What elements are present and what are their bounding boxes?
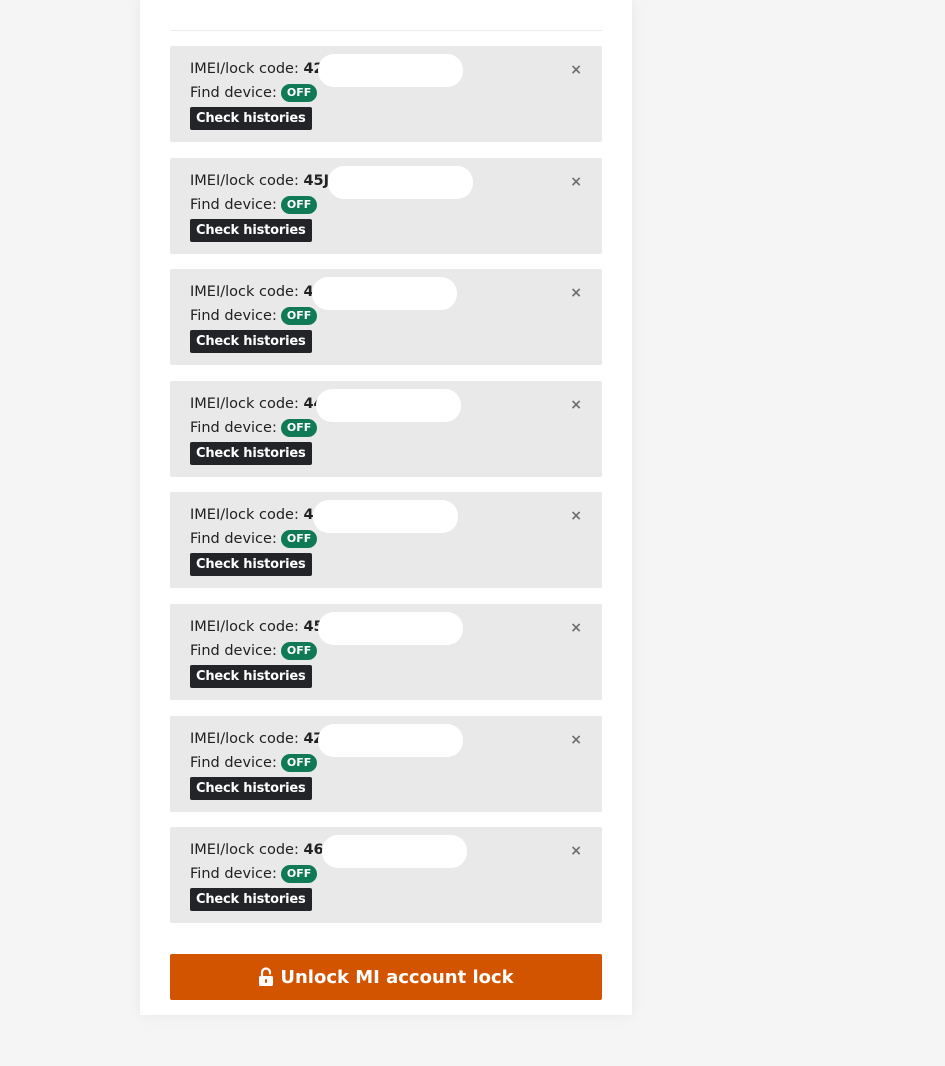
device-card: IMEI/lock code: 45 Find device: OFF Chec…: [170, 492, 602, 589]
divider: [170, 30, 602, 31]
find-device-status-badge: OFF: [280, 418, 318, 437]
find-device-label: Find device:: [190, 419, 277, 436]
check-histories-button[interactable]: Check histories: [190, 664, 312, 688]
unlock-button-label: Unlock MI account lock: [280, 966, 514, 988]
device-card: IMEI/lock code: 45. Find device: OFF Che…: [170, 603, 602, 700]
redaction-mark: [312, 277, 457, 311]
check-histories-button[interactable]: Check histories: [190, 218, 312, 242]
imei-row: IMEI/lock code: 45.: [190, 619, 329, 635]
check-histories-button[interactable]: Check histories: [190, 888, 312, 912]
redaction-mark: [318, 611, 463, 645]
find-device-row: Find device: OFF: [190, 195, 318, 214]
find-device-status-badge: OFF: [280, 84, 318, 102]
imei-row: IMEI/lock code: 44: [190, 396, 324, 412]
imei-label: IMEI/lock code:: [190, 395, 299, 412]
imei-label: IMEI/lock code:: [190, 507, 299, 524]
content-panel: IMEI/lock code: 42 Find device: OFF Chec…: [140, 0, 632, 1015]
device-card: IMEI/lock code: 4C Find device: OFF Chec…: [170, 269, 602, 366]
imei-row: IMEI/lock code: 4C: [190, 284, 324, 300]
redaction-mark: [328, 165, 473, 199]
imei-row: IMEI/lock code: 45J: [190, 173, 329, 189]
redaction-mark: [322, 835, 467, 869]
imei-row: IMEI/lock code: 4Z: [190, 731, 324, 747]
imei-row: IMEI/lock code: 42: [190, 61, 324, 77]
device-card: IMEI/lock code: 45J Find device: OFF Che…: [170, 157, 602, 254]
redaction-mark: [313, 500, 458, 534]
find-device-label: Find device:: [190, 196, 277, 213]
imei-label: IMEI/lock code:: [190, 730, 299, 747]
imei-label: IMEI/lock code:: [190, 172, 299, 189]
imei-row: IMEI/lock code: 45: [190, 507, 324, 523]
unlock-icon: [258, 967, 274, 987]
find-device-label: Find device:: [190, 866, 277, 883]
close-icon[interactable]: ×: [570, 508, 582, 524]
find-device-status-badge: OFF: [280, 195, 318, 214]
find-device-status-badge: OFF: [280, 641, 318, 660]
imei-value: 45J: [303, 172, 330, 189]
find-device-label: Find device:: [190, 754, 277, 771]
imei-label: IMEI/lock code:: [190, 842, 299, 859]
imei-label: IMEI/lock code:: [190, 284, 299, 301]
find-device-row: Find device: OFF: [190, 84, 318, 102]
device-card: IMEI/lock code: 44 Find device: OFF Chec…: [170, 380, 602, 477]
close-icon[interactable]: ×: [570, 620, 582, 636]
close-icon[interactable]: ×: [570, 174, 582, 190]
device-card: IMEI/lock code: 42 Find device: OFF Chec…: [170, 46, 602, 142]
imei-label: IMEI/lock code:: [190, 618, 299, 635]
find-device-row: Find device: OFF: [190, 418, 318, 437]
check-histories-button[interactable]: Check histories: [190, 441, 312, 465]
close-icon[interactable]: ×: [570, 732, 582, 748]
find-device-status-badge: OFF: [280, 753, 318, 772]
device-card: IMEI/lock code: 4Z Find device: OFF Chec…: [170, 715, 602, 812]
redaction-mark: [318, 723, 463, 757]
device-card: IMEI/lock code: 46Z Find device: OFF Che…: [170, 827, 602, 924]
find-device-label: Find device:: [190, 85, 277, 101]
find-device-status-badge: OFF: [280, 865, 318, 884]
redaction-mark: [316, 388, 461, 422]
find-device-status-badge: OFF: [280, 307, 318, 326]
find-device-row: Find device: OFF: [190, 753, 318, 772]
close-icon[interactable]: ×: [570, 397, 582, 413]
find-device-label: Find device:: [190, 642, 277, 659]
find-device-row: Find device: OFF: [190, 530, 318, 549]
find-device-label: Find device:: [190, 308, 277, 325]
redaction-mark: [318, 54, 463, 87]
find-device-row: Find device: OFF: [190, 307, 318, 326]
check-histories-button[interactable]: Check histories: [190, 330, 312, 354]
check-histories-button[interactable]: Check histories: [190, 776, 312, 800]
find-device-label: Find device:: [190, 531, 277, 548]
check-histories-button[interactable]: Check histories: [190, 553, 312, 577]
device-list: IMEI/lock code: 42 Find device: OFF Chec…: [170, 46, 602, 939]
find-device-row: Find device: OFF: [190, 865, 318, 884]
find-device-row: Find device: OFF: [190, 641, 318, 660]
imei-label: IMEI/lock code:: [190, 61, 299, 77]
close-icon[interactable]: ×: [570, 285, 582, 301]
check-histories-button[interactable]: Check histories: [190, 107, 312, 130]
close-icon[interactable]: ×: [570, 843, 582, 859]
close-icon[interactable]: ×: [570, 62, 582, 78]
imei-row: IMEI/lock code: 46Z: [190, 842, 334, 858]
find-device-status-badge: OFF: [280, 530, 318, 549]
unlock-mi-account-button[interactable]: Unlock MI account lock: [170, 954, 602, 1000]
